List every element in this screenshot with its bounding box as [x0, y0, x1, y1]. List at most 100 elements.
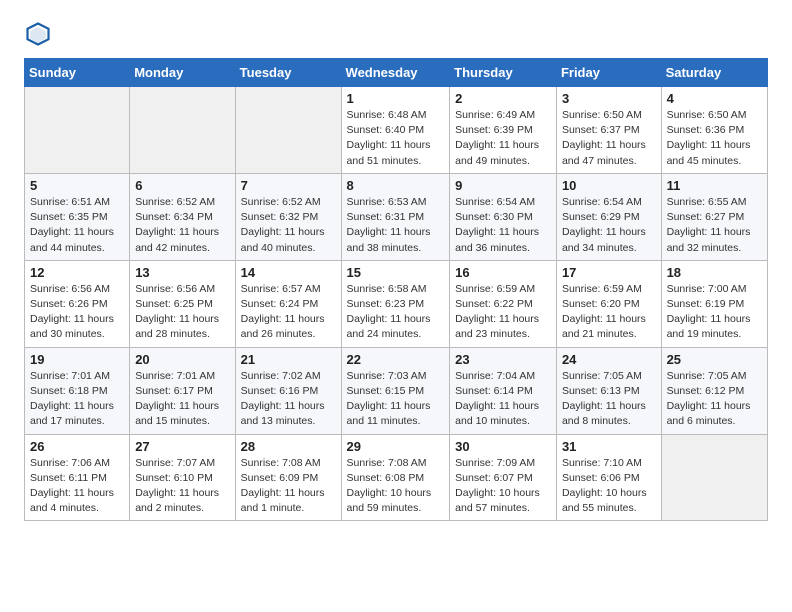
day-number: 23 — [455, 352, 551, 367]
calendar-cell: 17Sunrise: 6:59 AM Sunset: 6:20 PM Dayli… — [556, 260, 661, 347]
calendar-cell: 21 Sunrise: 7:02 AM Sunset: 6:16 PM Dayli… — [235, 347, 341, 434]
day-number: 6 — [135, 178, 229, 193]
day-info: Sunrise: 7:10 AM Sunset: 6:06 PM Dayligh… — [562, 456, 656, 517]
calendar-cell: 3 Sunrise: 6:50 AM Sunset: 6:37 PM Daylig… — [556, 87, 661, 174]
calendar-cell: 4 Sunrise: 6:50 AM Sunset: 6:36 PM Daylig… — [661, 87, 767, 174]
day-number: 29 — [347, 439, 445, 454]
day-number: 8 — [347, 178, 445, 193]
day-number: 12 — [30, 265, 124, 280]
day-info: Sunrise: 6:54 AM Sunset: 6:29 PM Dayligh… — [562, 195, 656, 256]
day-number: 3 — [562, 91, 656, 106]
day-number: 30 — [455, 439, 551, 454]
weekday-header-friday: Friday — [556, 59, 661, 87]
calendar-cell: 23 Sunrise: 7:04 AM Sunset: 6:14 PM Dayli… — [450, 347, 557, 434]
calendar-cell: 25 Sunrise: 7:05 AM Sunset: 6:12 PM Dayli… — [661, 347, 767, 434]
day-number: 28 — [241, 439, 336, 454]
calendar-cell: 24Sunrise: 7:05 AM Sunset: 6:13 PM Dayli… — [556, 347, 661, 434]
day-info: Sunrise: 6:49 AM Sunset: 6:39 PM Dayligh… — [455, 108, 551, 169]
page: SundayMondayTuesdayWednesdayThursdayFrid… — [0, 0, 792, 541]
day-number: 9 — [455, 178, 551, 193]
logo-icon — [24, 20, 52, 48]
day-number: 14 — [241, 265, 336, 280]
day-number: 11 — [667, 178, 762, 193]
day-info: Sunrise: 6:52 AM Sunset: 6:32 PM Dayligh… — [241, 195, 336, 256]
calendar-cell: 29 Sunrise: 7:08 AM Sunset: 6:08 PM Dayli… — [341, 434, 450, 521]
weekday-header-row: SundayMondayTuesdayWednesdayThursdayFrid… — [25, 59, 768, 87]
day-info: Sunrise: 7:03 AM Sunset: 6:15 PM Dayligh… — [347, 369, 445, 430]
day-info: Sunrise: 6:56 AM Sunset: 6:26 PM Dayligh… — [30, 282, 124, 343]
logo — [24, 20, 56, 48]
calendar-cell: 14 Sunrise: 6:57 AM Sunset: 6:24 PM Dayli… — [235, 260, 341, 347]
day-info: Sunrise: 6:50 AM Sunset: 6:36 PM Dayligh… — [667, 108, 762, 169]
weekday-header-thursday: Thursday — [450, 59, 557, 87]
calendar-cell: 22 Sunrise: 7:03 AM Sunset: 6:15 PM Dayli… — [341, 347, 450, 434]
calendar-cell: 11 Sunrise: 6:55 AM Sunset: 6:27 PM Dayli… — [661, 173, 767, 260]
day-number: 27 — [135, 439, 229, 454]
calendar-cell: 16Sunrise: 6:59 AM Sunset: 6:22 PM Dayli… — [450, 260, 557, 347]
day-info: Sunrise: 6:57 AM Sunset: 6:24 PM Dayligh… — [241, 282, 336, 343]
day-number: 20 — [135, 352, 229, 367]
day-info: Sunrise: 7:08 AM Sunset: 6:08 PM Dayligh… — [347, 456, 445, 517]
weekday-header-tuesday: Tuesday — [235, 59, 341, 87]
day-number: 26 — [30, 439, 124, 454]
day-info: Sunrise: 6:48 AM Sunset: 6:40 PM Dayligh… — [347, 108, 445, 169]
day-number: 15 — [347, 265, 445, 280]
day-number: 22 — [347, 352, 445, 367]
day-number: 2 — [455, 91, 551, 106]
day-info: Sunrise: 7:00 AM Sunset: 6:19 PM Dayligh… — [667, 282, 762, 343]
day-number: 5 — [30, 178, 124, 193]
weekday-header-monday: Monday — [130, 59, 235, 87]
day-number: 18 — [667, 265, 762, 280]
day-number: 31 — [562, 439, 656, 454]
calendar-cell — [25, 87, 130, 174]
day-number: 1 — [347, 91, 445, 106]
calendar-cell — [130, 87, 235, 174]
day-number: 19 — [30, 352, 124, 367]
header — [24, 20, 768, 48]
calendar-cell: 13Sunrise: 6:56 AM Sunset: 6:25 PM Dayli… — [130, 260, 235, 347]
calendar-cell: 26Sunrise: 7:06 AM Sunset: 6:11 PM Dayli… — [25, 434, 130, 521]
week-row-1: 1 Sunrise: 6:48 AM Sunset: 6:40 PM Daylig… — [25, 87, 768, 174]
calendar-cell: 27Sunrise: 7:07 AM Sunset: 6:10 PM Dayli… — [130, 434, 235, 521]
day-info: Sunrise: 7:01 AM Sunset: 6:18 PM Dayligh… — [30, 369, 124, 430]
calendar-cell: 19 Sunrise: 7:01 AM Sunset: 6:18 PM Dayli… — [25, 347, 130, 434]
day-info: Sunrise: 6:50 AM Sunset: 6:37 PM Dayligh… — [562, 108, 656, 169]
day-info: Sunrise: 7:08 AM Sunset: 6:09 PM Dayligh… — [241, 456, 336, 517]
day-info: Sunrise: 6:52 AM Sunset: 6:34 PM Dayligh… — [135, 195, 229, 256]
calendar-cell: 2 Sunrise: 6:49 AM Sunset: 6:39 PM Daylig… — [450, 87, 557, 174]
calendar-cell: 9Sunrise: 6:54 AM Sunset: 6:30 PM Daylig… — [450, 173, 557, 260]
calendar-cell: 30 Sunrise: 7:09 AM Sunset: 6:07 PM Dayli… — [450, 434, 557, 521]
day-info: Sunrise: 6:59 AM Sunset: 6:20 PM Dayligh… — [562, 282, 656, 343]
weekday-header-saturday: Saturday — [661, 59, 767, 87]
day-info: Sunrise: 6:55 AM Sunset: 6:27 PM Dayligh… — [667, 195, 762, 256]
calendar-cell — [661, 434, 767, 521]
calendar-cell: 18 Sunrise: 7:00 AM Sunset: 6:19 PM Dayli… — [661, 260, 767, 347]
day-info: Sunrise: 7:02 AM Sunset: 6:16 PM Dayligh… — [241, 369, 336, 430]
day-number: 21 — [241, 352, 336, 367]
calendar-cell: 20 Sunrise: 7:01 AM Sunset: 6:17 PM Dayli… — [130, 347, 235, 434]
day-number: 13 — [135, 265, 229, 280]
weekday-header-wednesday: Wednesday — [341, 59, 450, 87]
day-info: Sunrise: 7:05 AM Sunset: 6:12 PM Dayligh… — [667, 369, 762, 430]
day-info: Sunrise: 6:51 AM Sunset: 6:35 PM Dayligh… — [30, 195, 124, 256]
day-info: Sunrise: 6:58 AM Sunset: 6:23 PM Dayligh… — [347, 282, 445, 343]
day-number: 16 — [455, 265, 551, 280]
week-row-4: 19 Sunrise: 7:01 AM Sunset: 6:18 PM Dayli… — [25, 347, 768, 434]
calendar-cell: 10 Sunrise: 6:54 AM Sunset: 6:29 PM Dayli… — [556, 173, 661, 260]
day-number: 25 — [667, 352, 762, 367]
calendar-cell: 12 Sunrise: 6:56 AM Sunset: 6:26 PM Dayli… — [25, 260, 130, 347]
week-row-3: 12 Sunrise: 6:56 AM Sunset: 6:26 PM Dayli… — [25, 260, 768, 347]
calendar-cell: 5 Sunrise: 6:51 AM Sunset: 6:35 PM Daylig… — [25, 173, 130, 260]
calendar-cell: 15 Sunrise: 6:58 AM Sunset: 6:23 PM Dayli… — [341, 260, 450, 347]
day-number: 24 — [562, 352, 656, 367]
day-number: 10 — [562, 178, 656, 193]
calendar-cell: 1 Sunrise: 6:48 AM Sunset: 6:40 PM Daylig… — [341, 87, 450, 174]
day-info: Sunrise: 7:04 AM Sunset: 6:14 PM Dayligh… — [455, 369, 551, 430]
day-number: 4 — [667, 91, 762, 106]
calendar-cell: 7Sunrise: 6:52 AM Sunset: 6:32 PM Daylig… — [235, 173, 341, 260]
week-row-5: 26Sunrise: 7:06 AM Sunset: 6:11 PM Dayli… — [25, 434, 768, 521]
calendar-cell: 8 Sunrise: 6:53 AM Sunset: 6:31 PM Daylig… — [341, 173, 450, 260]
day-info: Sunrise: 7:01 AM Sunset: 6:17 PM Dayligh… — [135, 369, 229, 430]
day-info: Sunrise: 6:53 AM Sunset: 6:31 PM Dayligh… — [347, 195, 445, 256]
day-info: Sunrise: 7:09 AM Sunset: 6:07 PM Dayligh… — [455, 456, 551, 517]
